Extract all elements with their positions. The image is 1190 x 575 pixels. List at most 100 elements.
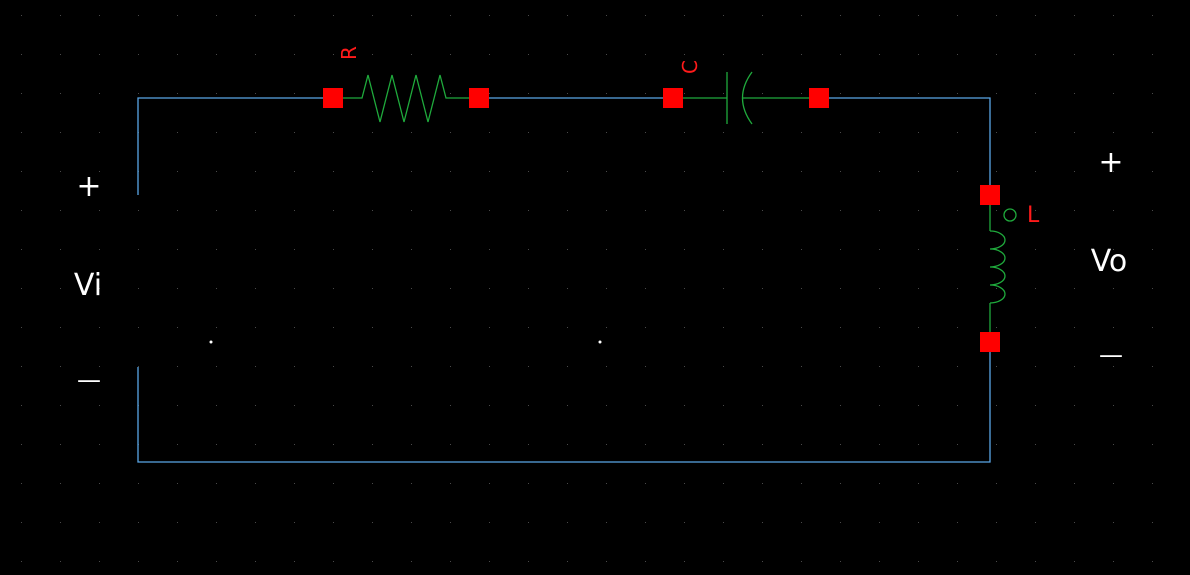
inductor-pin-top[interactable] xyxy=(980,185,1000,205)
grid-dot xyxy=(801,93,802,94)
grid-dot xyxy=(138,522,139,523)
grid-dot xyxy=(138,54,139,55)
grid-dot xyxy=(879,288,880,289)
input-plus-sign: + xyxy=(76,169,101,204)
grid-dot xyxy=(177,54,178,55)
capacitor-label: C xyxy=(678,60,702,74)
grid-dot xyxy=(762,405,763,406)
grid-dot xyxy=(99,327,100,328)
grid-dot xyxy=(801,288,802,289)
grid-dot xyxy=(99,132,100,133)
wire-left-top[interactable] xyxy=(137,97,333,195)
grid-dot xyxy=(1152,132,1153,133)
grid-dot xyxy=(567,15,568,16)
grid-dot xyxy=(801,171,802,172)
grid-dot xyxy=(684,132,685,133)
grid-dot xyxy=(294,327,295,328)
grid-dot xyxy=(801,210,802,211)
grid-dot xyxy=(645,15,646,16)
grid-dot xyxy=(411,561,412,562)
grid-dot xyxy=(60,288,61,289)
grid-dot xyxy=(567,93,568,94)
grid-dot xyxy=(294,483,295,484)
schematic-canvas[interactable]: R C L + Vi — + Vo — xyxy=(0,0,1190,575)
grid-dot xyxy=(957,249,958,250)
grid-dot xyxy=(957,561,958,562)
grid-dot xyxy=(801,444,802,445)
grid-dot xyxy=(723,132,724,133)
grid-dot xyxy=(177,444,178,445)
grid-dot xyxy=(1035,171,1036,172)
grid-dot xyxy=(1113,210,1114,211)
grid-dot xyxy=(1113,444,1114,445)
grid-dot xyxy=(645,93,646,94)
grid-dot xyxy=(216,210,217,211)
resistor[interactable] xyxy=(333,74,479,123)
grid-dot xyxy=(606,132,607,133)
wire-c-to-l[interactable] xyxy=(819,97,991,195)
grid-dot xyxy=(177,249,178,250)
grid-dot xyxy=(294,171,295,172)
grid-dot xyxy=(333,15,334,16)
grid-dot xyxy=(138,288,139,289)
grid-dot xyxy=(528,561,529,562)
grid-dot xyxy=(255,366,256,367)
grid-dot xyxy=(177,93,178,94)
resistor-pin-left[interactable] xyxy=(323,88,343,108)
grid-dot xyxy=(879,54,880,55)
grid-dot xyxy=(606,54,607,55)
grid-dot xyxy=(684,366,685,367)
grid-dot xyxy=(957,522,958,523)
capacitor-pin-left[interactable] xyxy=(663,88,683,108)
grid-dot xyxy=(840,444,841,445)
grid-dot xyxy=(918,522,919,523)
grid-dot xyxy=(1074,327,1075,328)
grid-dot xyxy=(255,132,256,133)
grid-dot xyxy=(294,288,295,289)
grid-dot xyxy=(294,561,295,562)
grid-dot xyxy=(60,405,61,406)
grid-dot xyxy=(840,327,841,328)
grid-dot xyxy=(450,288,451,289)
grid-dot xyxy=(528,366,529,367)
grid-dot xyxy=(216,522,217,523)
inductor[interactable] xyxy=(989,195,1017,342)
grid-dot xyxy=(801,327,802,328)
grid-dot xyxy=(1152,405,1153,406)
grid-dot xyxy=(1152,171,1153,172)
grid-dot xyxy=(723,171,724,172)
grid-dot xyxy=(606,561,607,562)
grid-dot xyxy=(411,483,412,484)
grid-dot xyxy=(996,405,997,406)
grid-dot xyxy=(723,522,724,523)
grid-dot xyxy=(294,522,295,523)
grid-dot xyxy=(1113,405,1114,406)
grid-dot xyxy=(1035,132,1036,133)
grid-dot xyxy=(177,132,178,133)
grid-dot xyxy=(489,93,490,94)
grid-dot xyxy=(177,522,178,523)
grid-dot xyxy=(333,288,334,289)
grid-dot xyxy=(762,54,763,55)
grid-dot xyxy=(216,132,217,133)
capacitor-pin-right[interactable] xyxy=(809,88,829,108)
grid-dot xyxy=(762,15,763,16)
capacitor[interactable] xyxy=(673,71,819,125)
output-plus-sign: + xyxy=(1098,145,1123,180)
grid-dot xyxy=(645,171,646,172)
grid-dot xyxy=(840,366,841,367)
inductor-pin-bottom[interactable] xyxy=(980,332,1000,352)
grid-dot xyxy=(411,15,412,16)
grid-dot xyxy=(1035,327,1036,328)
wire-l-bottom[interactable] xyxy=(137,342,991,463)
grid-dot xyxy=(1152,93,1153,94)
grid-dot xyxy=(1035,15,1036,16)
grid-dot xyxy=(255,54,256,55)
grid-dot xyxy=(138,483,139,484)
grid-dot xyxy=(801,15,802,16)
resistor-pin-right[interactable] xyxy=(469,88,489,108)
grid-dot xyxy=(762,249,763,250)
grid-dot xyxy=(411,522,412,523)
grid-dot xyxy=(450,366,451,367)
grid-dot xyxy=(1152,54,1153,55)
